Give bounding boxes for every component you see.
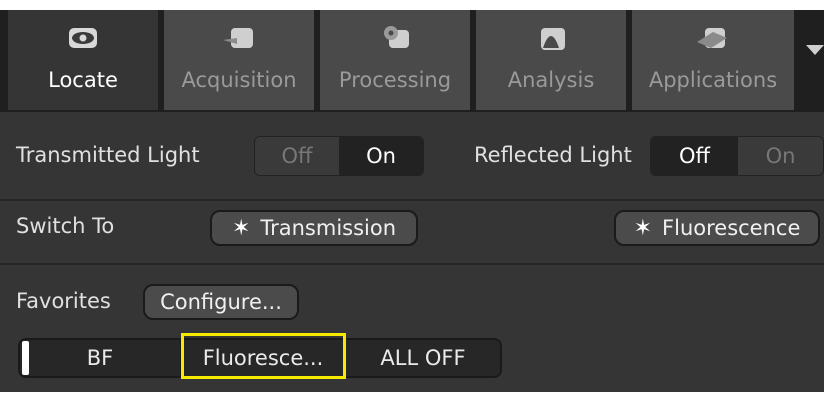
configure-label: Configure...: [160, 290, 282, 314]
tab-processing[interactable]: Processing: [320, 10, 472, 110]
tab-locate[interactable]: Locate: [8, 10, 160, 110]
transmitted-light-label: Transmitted Light: [16, 143, 200, 167]
top-border: [0, 0, 824, 10]
camera-icon: [164, 24, 314, 54]
transmitted-light-toggle[interactable]: Off On: [254, 136, 424, 176]
tab-label: Processing: [338, 68, 452, 92]
fluorescence-label: Fluorescence: [662, 216, 801, 240]
highlight-box: [181, 333, 346, 379]
tab-overflow-arrow-icon[interactable]: [806, 45, 824, 55]
gear-icon: [320, 24, 470, 54]
transmitted-off-option[interactable]: Off: [255, 137, 339, 175]
tab-applications[interactable]: Applications: [632, 10, 796, 110]
configure-button[interactable]: Configure...: [143, 284, 299, 320]
reflected-off-option[interactable]: Off: [651, 137, 738, 175]
switch-to-label: Switch To: [16, 214, 115, 238]
favorite-all-off-button[interactable]: ALL OFF: [346, 340, 500, 376]
reflected-on-option[interactable]: On: [737, 137, 823, 175]
light-star-icon: ✶: [633, 215, 653, 241]
tab-label: Applications: [648, 68, 778, 92]
tab-analysis[interactable]: Analysis: [476, 10, 628, 110]
favorite-bf-button[interactable]: BF: [20, 340, 182, 376]
reflected-light-toggle[interactable]: Off On: [650, 136, 824, 176]
transmission-label: Transmission: [260, 216, 397, 240]
reflected-light-label: Reflected Light: [474, 143, 632, 167]
fluorescence-button[interactable]: ✶ Fluorescence: [614, 210, 820, 246]
tab-acquisition[interactable]: Acquisition: [164, 10, 316, 110]
light-star-icon: ✶: [231, 215, 251, 241]
tab-label: Analysis: [507, 68, 595, 92]
transmitted-on-option[interactable]: On: [339, 137, 423, 175]
active-indicator: [22, 341, 29, 375]
favorites-label: Favorites: [16, 289, 111, 313]
eye-icon: [8, 24, 158, 54]
histogram-icon: [476, 24, 626, 54]
tab-label: Locate: [48, 68, 118, 92]
tab-label: Acquisition: [181, 68, 297, 92]
bottom-border: [0, 392, 824, 403]
transmission-button[interactable]: ✶ Transmission: [210, 210, 418, 246]
apps-icon: [632, 24, 794, 54]
